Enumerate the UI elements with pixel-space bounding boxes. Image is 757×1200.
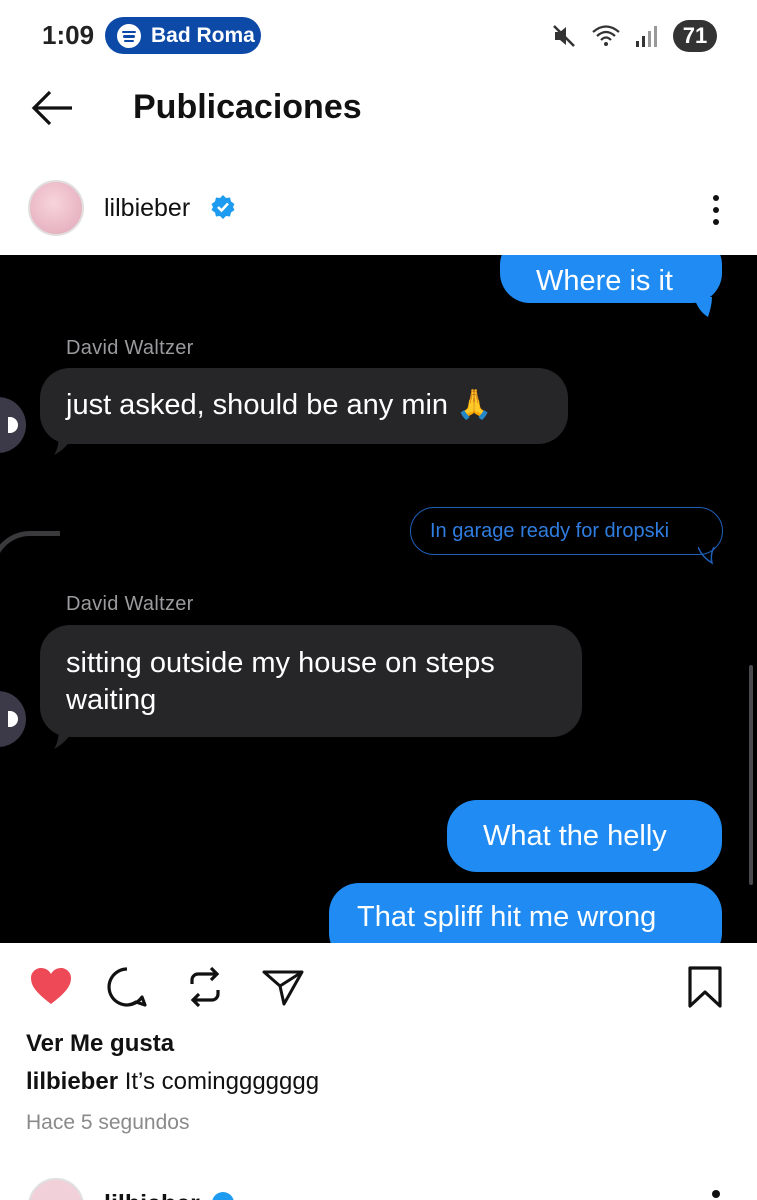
chat-bubble-incoming: sitting outside my house on steps waitin… <box>40 625 582 737</box>
avatar[interactable] <box>28 180 84 236</box>
status-time: 1:09 <box>42 20 95 50</box>
bubble-tail <box>54 729 74 749</box>
verified-badge-icon <box>211 195 235 219</box>
post-username[interactable]: lilbieber <box>104 1190 200 1200</box>
contact-avatar <box>0 691 26 747</box>
caption-text: It’s cominggggggg <box>124 1068 320 1095</box>
chat-message-text: just asked, should be any min 🙏 <box>66 389 493 421</box>
page-title: Publicaciones <box>133 88 362 126</box>
chat-sender-name: David Waltzer <box>66 337 194 359</box>
reply-thread-line <box>0 531 60 611</box>
contact-avatar <box>0 397 26 453</box>
spotify-icon <box>117 23 141 48</box>
chat-bubble-outgoing: That spliff hit me wrong <box>329 883 722 943</box>
chat-bubble-outline: In garage ready for dropski <box>410 507 723 555</box>
now-playing-label: Bad Roma <box>151 23 255 47</box>
post-timestamp: Hace 5 segundos <box>26 1111 190 1134</box>
view-likes-link[interactable]: Ver Me gusta <box>26 1030 174 1058</box>
post-actions <box>0 960 757 1016</box>
post-caption: lilbieber It’s cominggggggg <box>26 1068 319 1096</box>
share-send-icon[interactable] <box>260 964 306 1010</box>
header: Publicaciones <box>0 72 757 152</box>
chat-bubble-incoming: just asked, should be any min 🙏 <box>40 368 568 444</box>
chat-message-text: Where is it <box>536 264 673 297</box>
next-post-header: lilbieber <box>0 1170 757 1200</box>
chat-message-text: What the helly <box>483 819 667 852</box>
chat-message-text: sitting outside my house on steps <box>66 647 495 679</box>
chat-bubble-outgoing: Where is it <box>500 255 722 303</box>
more-options-icon[interactable] <box>712 1190 720 1198</box>
caption-username[interactable]: lilbieber <box>26 1068 118 1095</box>
bubble-tail <box>694 297 712 317</box>
status-bar: 1:09 Bad Roma 71 <box>0 0 757 72</box>
signal-icon <box>636 26 657 47</box>
bubble-tail <box>698 547 715 565</box>
more-options-icon[interactable] <box>706 190 726 230</box>
post-header: lilbieber <box>0 172 757 246</box>
chat-sender-name: David Waltzer <box>66 593 194 615</box>
comment-icon[interactable] <box>104 964 150 1010</box>
bubble-tail <box>54 435 74 455</box>
avatar[interactable] <box>28 1178 84 1200</box>
chat-message-text: In garage ready for dropski <box>430 519 670 542</box>
post-username[interactable]: lilbieber <box>104 194 190 223</box>
chat-bubble-outgoing: What the helly <box>447 800 722 872</box>
scrollbar-thumb[interactable] <box>749 665 753 885</box>
battery-indicator: 71 <box>673 20 717 52</box>
arrow-left-icon[interactable] <box>28 88 76 128</box>
verified-badge-icon <box>212 1192 234 1200</box>
status-icons: 71 <box>551 20 717 52</box>
now-playing-pill[interactable]: Bad Roma <box>105 17 261 54</box>
repost-icon[interactable] <box>182 964 228 1010</box>
chat-message-text: waiting <box>66 684 157 716</box>
post-image[interactable]: Where is it David Waltzer just asked, sh… <box>0 255 757 943</box>
bookmark-icon[interactable] <box>682 964 728 1010</box>
mute-icon <box>553 25 575 47</box>
like-heart-icon[interactable] <box>28 964 74 1010</box>
wifi-icon <box>592 25 620 46</box>
chat-message-text: That spliff hit me wrong <box>357 900 657 933</box>
